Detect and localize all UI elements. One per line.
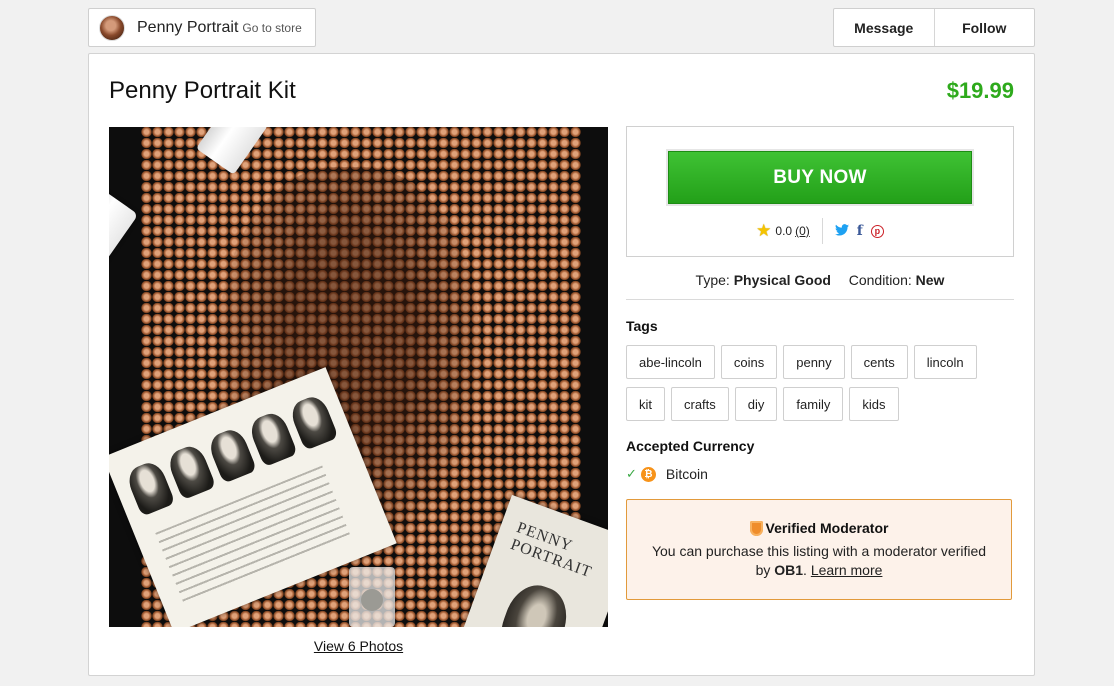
tag-item[interactable]: kit (626, 387, 665, 421)
lincoln-thumbnail (124, 458, 176, 517)
buy-now-button[interactable]: BUY NOW (668, 151, 972, 204)
moderator-title: Verified Moderator (765, 520, 889, 536)
divider (821, 218, 823, 244)
tag-item[interactable]: lincoln (913, 345, 977, 379)
moderator-description: You can purchase this listing with a mod… (627, 542, 1011, 580)
store-name[interactable]: Penny Portrait (137, 19, 238, 37)
lincoln-thumbnail (287, 392, 339, 451)
moderator-title-row: Verified Moderator (627, 520, 1011, 536)
lincoln-thumbnail (205, 425, 258, 484)
store-header[interactable]: Penny Portrait Go to store (88, 8, 316, 47)
lincoln-thumbnail (165, 442, 217, 501)
poster-tube (109, 187, 139, 403)
lincoln-thumbnail (246, 409, 298, 468)
tag-item[interactable]: penny (783, 345, 845, 379)
coin-bag (349, 567, 395, 627)
booklet-title: PENNY PORTRAIT (508, 519, 595, 582)
go-to-store-link[interactable]: Go to store (242, 21, 301, 35)
booklet-portrait (491, 577, 576, 627)
listing-photo[interactable]: PENNY PORTRAIT (109, 127, 608, 627)
listing-price: $19.99 (946, 78, 1014, 103)
verified-moderator-box: Verified Moderator You can purchase this… (626, 499, 1012, 600)
tag-item[interactable]: crafts (671, 387, 729, 421)
follow-button[interactable]: Follow (933, 9, 1035, 46)
star-icon: ★ (756, 221, 772, 240)
tag-item[interactable]: cents (850, 345, 908, 379)
shield-icon (749, 520, 763, 536)
learn-more-link[interactable]: Learn more (811, 562, 883, 578)
view-photos-link[interactable]: View 6 Photos (109, 638, 608, 654)
buy-box: BUY NOW ★ 0.0 (0) f p (626, 126, 1014, 257)
listing-title: Penny Portrait Kit (109, 77, 296, 104)
tags-list: abe-lincoln coins penny cents lincoln ki… (626, 345, 1016, 421)
tag-item[interactable]: coins (720, 345, 778, 379)
message-button[interactable]: Message (834, 9, 934, 46)
rating-share-row: ★ 0.0 (0) f p (627, 217, 1013, 245)
moderator-text-end: . (803, 562, 807, 578)
pinterest-icon[interactable]: p (870, 224, 884, 238)
rating-value: 0.0 (775, 224, 793, 238)
tag-item[interactable]: abe-lincoln (626, 345, 715, 379)
store-avatar[interactable] (99, 14, 125, 41)
store-actions: Message Follow (833, 8, 1035, 47)
tag-item[interactable]: kids (849, 387, 899, 421)
tag-item[interactable]: diy (734, 387, 778, 421)
facebook-icon[interactable]: f (857, 223, 863, 239)
rating-count-link[interactable]: (0) (795, 224, 810, 238)
tag-item[interactable]: family (783, 387, 844, 421)
twitter-icon[interactable] (834, 223, 849, 239)
moderator-org: OB1 (774, 562, 804, 578)
